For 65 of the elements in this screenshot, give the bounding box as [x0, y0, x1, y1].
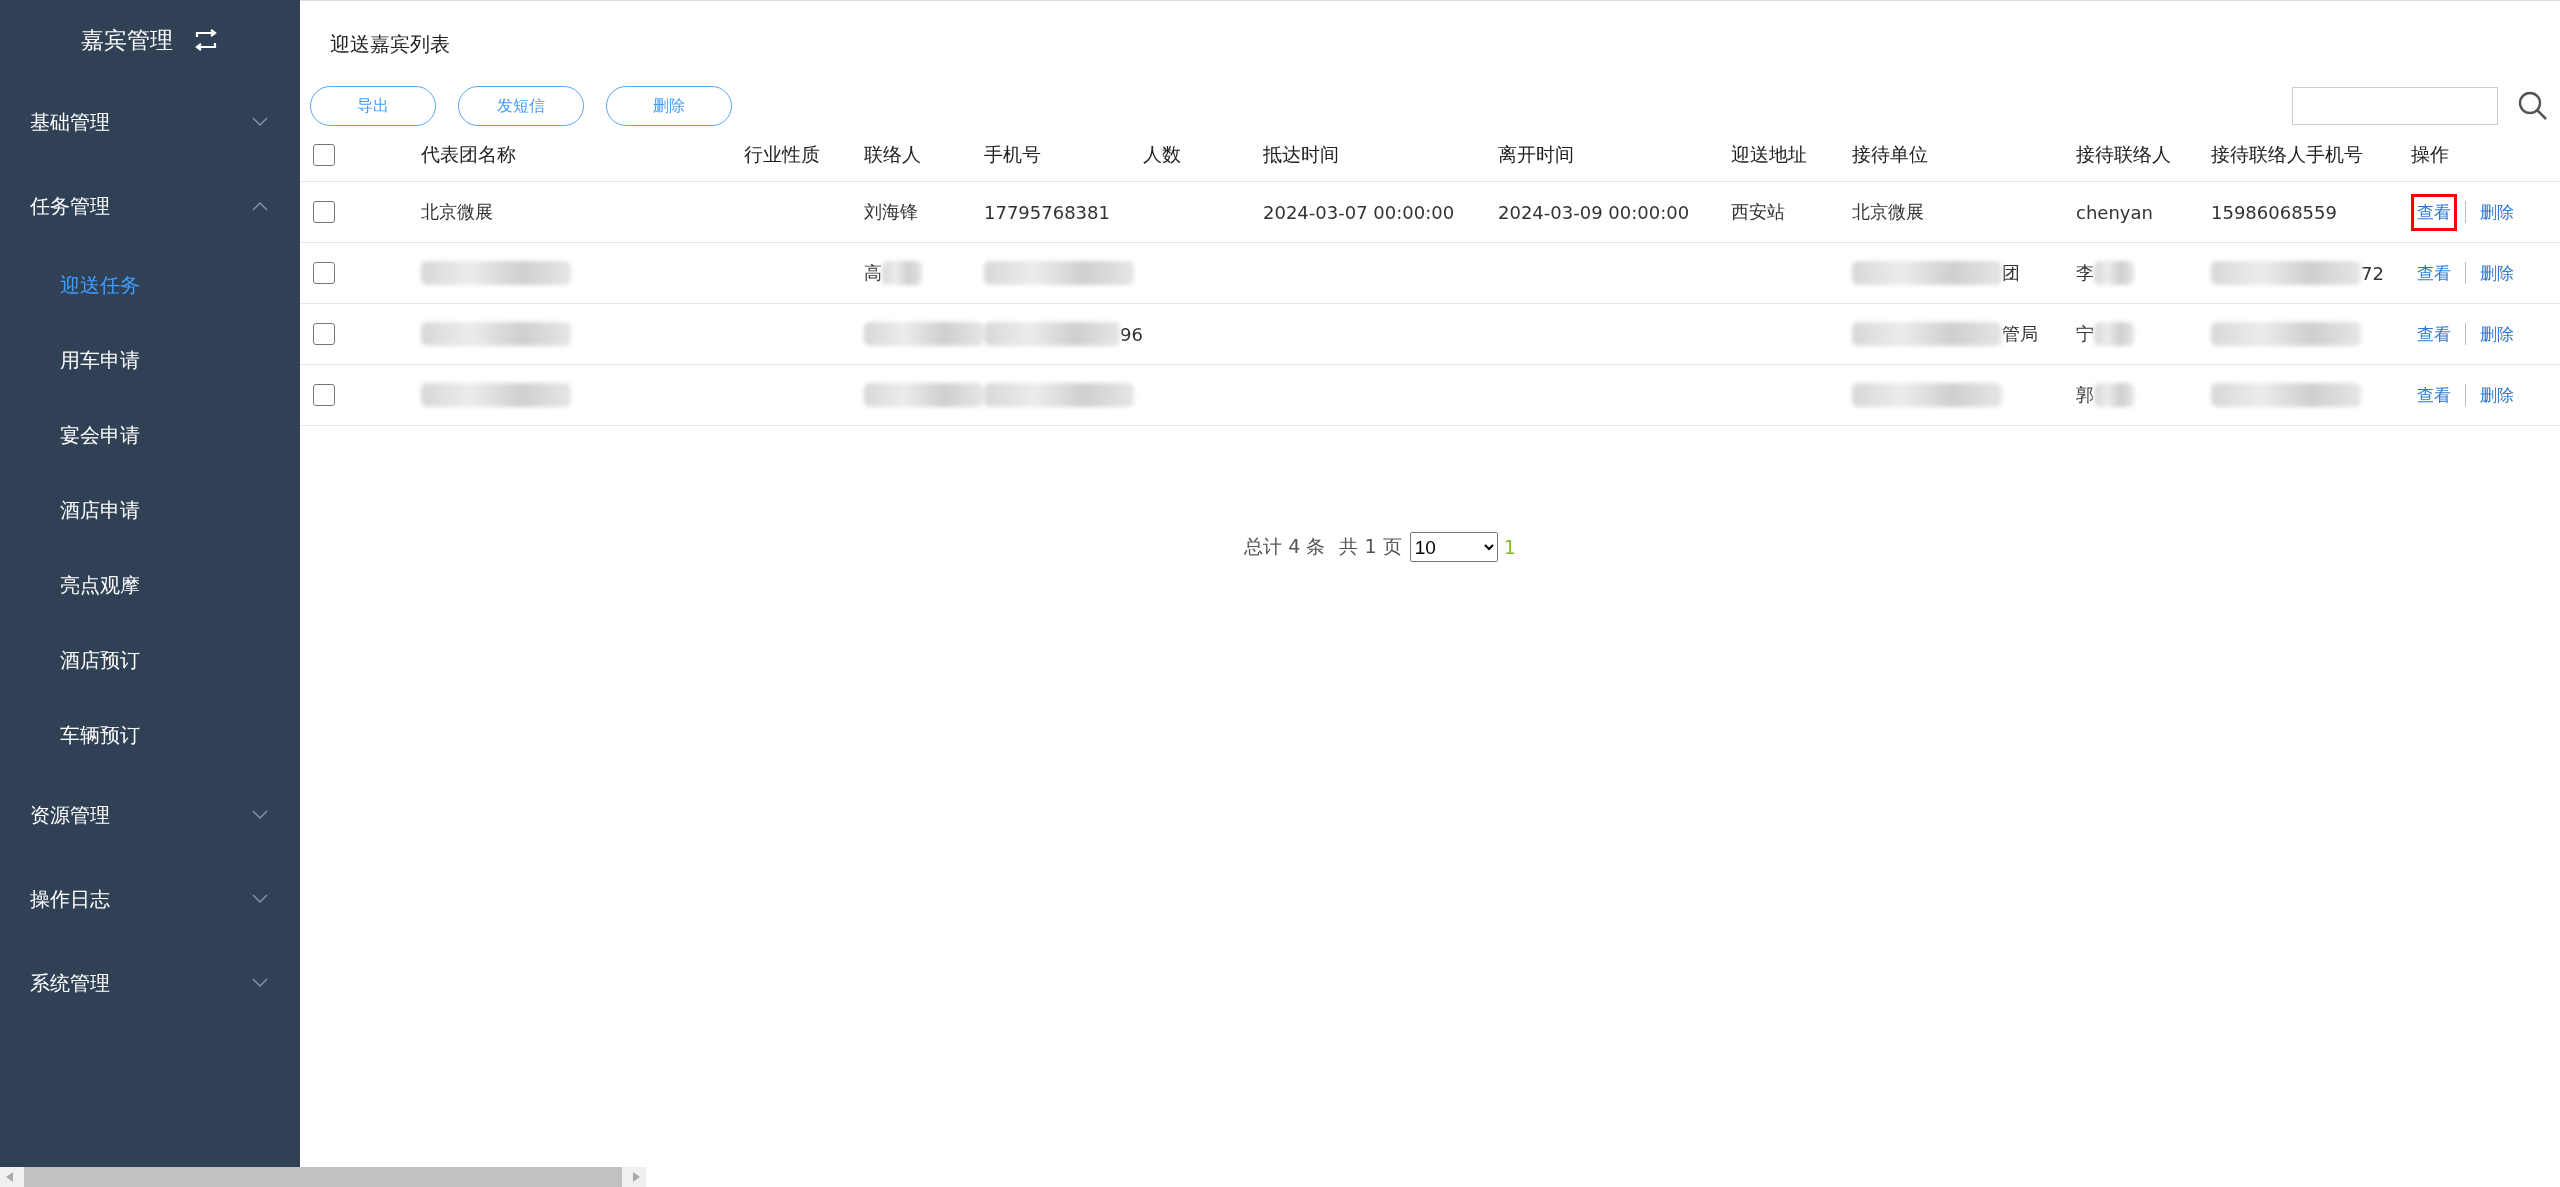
- toolbar-button[interactable]: 导出: [310, 86, 436, 126]
- table-cell: 15986068559: [2211, 201, 2337, 223]
- column-header: 迎送地址: [1731, 143, 1807, 165]
- action-link[interactable]: 查看: [2411, 254, 2457, 292]
- page-size-select[interactable]: 10: [1409, 532, 1498, 562]
- table-cell: 北京微展: [421, 200, 493, 224]
- menu-group[interactable]: 资源管理: [0, 773, 300, 857]
- column-header: 人数: [1143, 143, 1181, 165]
- column-header: 代表团名称: [421, 143, 516, 165]
- column-header: 联络人: [864, 143, 921, 165]
- column-header: 操作: [2411, 143, 2449, 165]
- menu-item[interactable]: 酒店预订: [0, 623, 300, 698]
- column-header: 手机号: [984, 143, 1041, 165]
- table-cell: 李: [2076, 261, 2094, 285]
- app-title: 嘉宾管理: [81, 25, 173, 55]
- swap-icon[interactable]: [193, 29, 219, 51]
- search-field[interactable]: [2292, 87, 2498, 125]
- table-cell: 96: [1120, 323, 1143, 345]
- total-count: 总计 4 条: [1244, 534, 1326, 559]
- table-cell: 17795768381: [984, 201, 1110, 223]
- toolbar-button[interactable]: 发短信: [458, 86, 584, 126]
- table-cell: 2024-03-09 00:00:00: [1498, 201, 1690, 223]
- page-count: 共 1 页: [1339, 534, 1402, 559]
- menu-group[interactable]: 任务管理: [0, 164, 300, 248]
- table-cell: chenyan: [2076, 201, 2153, 223]
- column-header: 离开时间: [1498, 143, 1574, 165]
- menu-group[interactable]: 系统管理: [0, 941, 300, 1025]
- row-checkbox[interactable]: [313, 384, 335, 406]
- toolbar-button[interactable]: 删除: [606, 86, 732, 126]
- row-checkbox[interactable]: [313, 201, 335, 223]
- menu-item[interactable]: 车辆预订: [0, 698, 300, 773]
- action-link[interactable]: 删除: [2474, 376, 2520, 414]
- column-header: 抵达时间: [1263, 143, 1339, 165]
- column-header: 接待联络人: [2076, 143, 2171, 165]
- table-cell: 管局: [2002, 322, 2038, 346]
- table-cell: 刘海锋: [864, 200, 918, 224]
- column-header: 接待单位: [1852, 143, 1928, 165]
- menu-item[interactable]: 用车申请: [0, 323, 300, 398]
- table-cell: 72: [2361, 262, 2384, 284]
- action-link[interactable]: 查看: [2411, 376, 2457, 414]
- page-title: 迎送嘉宾列表: [329, 31, 451, 58]
- column-header: 行业性质: [744, 143, 820, 165]
- action-link[interactable]: 删除: [2474, 254, 2520, 292]
- table-cell: 宁: [2076, 322, 2094, 346]
- action-link[interactable]: 查看: [2411, 193, 2457, 231]
- menu-group[interactable]: 操作日志: [0, 857, 300, 941]
- menu-item[interactable]: 亮点观摩: [0, 548, 300, 623]
- menu-item[interactable]: 宴会申请: [0, 398, 300, 473]
- search-icon[interactable]: [2518, 91, 2548, 121]
- row-checkbox[interactable]: [313, 323, 335, 345]
- row-checkbox[interactable]: [313, 262, 335, 284]
- table-cell: 高: [864, 261, 882, 285]
- action-link[interactable]: 删除: [2474, 193, 2520, 231]
- menu-group[interactable]: 基础管理: [0, 80, 300, 164]
- table-cell: 团: [2002, 261, 2020, 285]
- table-cell: 郭: [2076, 383, 2094, 407]
- menu-item[interactable]: 迎送任务: [0, 248, 300, 323]
- column-header: 接待联络人手机号: [2211, 143, 2363, 165]
- action-link[interactable]: 查看: [2411, 315, 2457, 353]
- menu-item[interactable]: 酒店申请: [0, 473, 300, 548]
- table-cell: 2024-03-07 00:00:00: [1263, 201, 1455, 223]
- select-all-checkbox[interactable]: [313, 144, 335, 166]
- table-cell: 北京微展: [1852, 200, 1924, 224]
- action-link[interactable]: 删除: [2474, 315, 2520, 353]
- table-cell: 西安站: [1731, 200, 1785, 224]
